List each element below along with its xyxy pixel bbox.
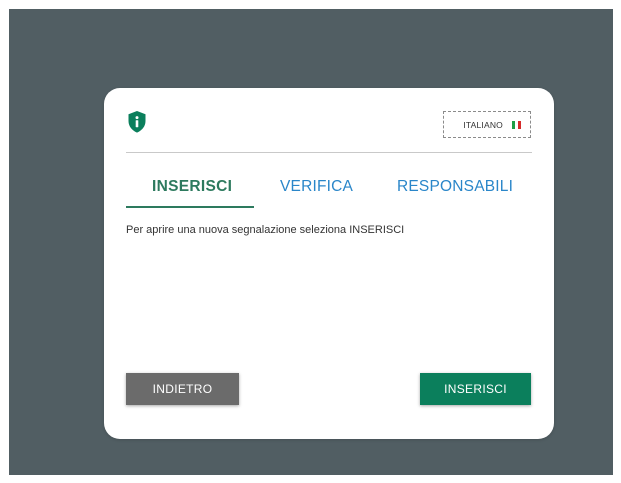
active-tab-indicator <box>126 206 254 208</box>
italian-flag-icon <box>512 120 521 129</box>
tab-verifica[interactable]: VERIFICA <box>280 178 353 196</box>
back-button[interactable]: INDIETRO <box>126 373 239 405</box>
tab-inserisci[interactable]: INSERISCI <box>152 178 232 196</box>
tab-responsabili[interactable]: RESPONSABILI <box>397 178 513 196</box>
language-label: ITALIANO <box>463 119 503 130</box>
header-divider <box>126 152 532 153</box>
insert-button[interactable]: INSERISCI <box>420 373 531 405</box>
dialog-card: ITALIANO INSERISCI VERIFICA RESPONSABILI… <box>104 88 554 439</box>
instruction-text: Per aprire una nuova segnalazione selezi… <box>126 224 405 236</box>
language-selector[interactable]: ITALIANO <box>443 111 531 138</box>
shield-info-icon <box>128 111 146 133</box>
